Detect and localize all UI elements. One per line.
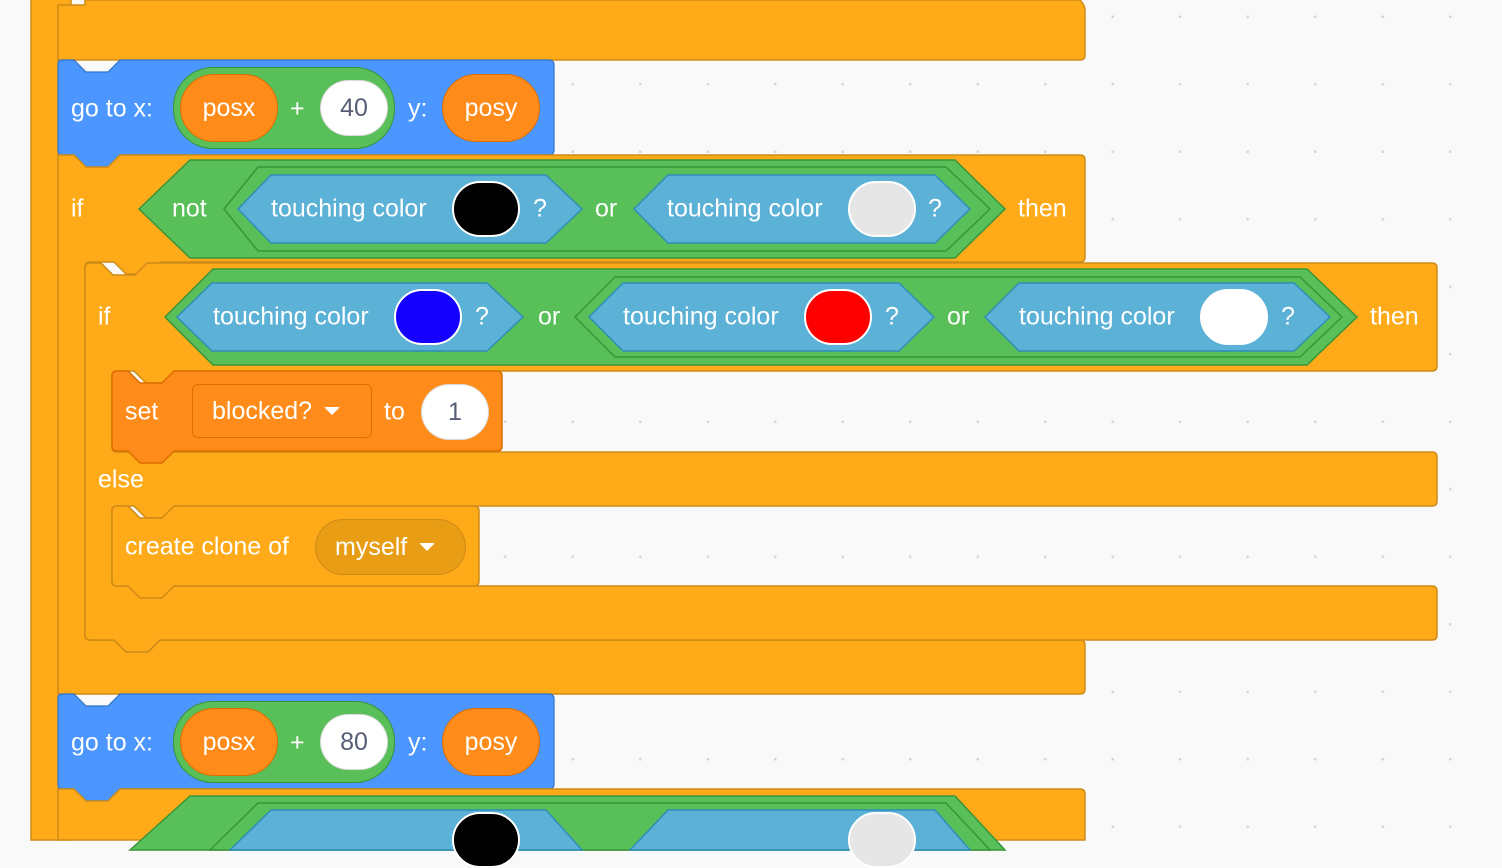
question-mark: ? <box>475 302 489 331</box>
next-touching-color-shape-2[interactable] <box>628 809 972 851</box>
plus-operator: + <box>290 728 305 757</box>
next-color-swatch-lightgray[interactable] <box>848 812 916 868</box>
clone-target-dropdown[interactable]: myself <box>315 519 466 575</box>
posy-variable-reporter[interactable]: posy <box>442 74 540 142</box>
touching-color-label: touching color <box>623 302 779 331</box>
next-touching-color-shape-1[interactable] <box>228 809 584 851</box>
or-label: or <box>538 302 561 331</box>
x-offset-input[interactable]: 40 <box>320 80 388 136</box>
question-mark: ? <box>1281 302 1295 331</box>
color-swatch-blue[interactable] <box>394 289 462 345</box>
goto-label: go to x: <box>71 728 153 757</box>
or-label: or <box>947 302 970 331</box>
create-clone-label: create clone of <box>125 532 289 561</box>
posy-variable-reporter[interactable]: posy <box>442 708 540 776</box>
touching-color-label: touching color <box>213 302 369 331</box>
or-label: or <box>595 194 618 223</box>
question-mark: ? <box>885 302 899 331</box>
goto-label: go to x: <box>71 94 153 123</box>
question-mark: ? <box>533 194 547 223</box>
if-label: if <box>71 194 84 223</box>
y-label: y: <box>408 728 428 757</box>
to-label: to <box>384 397 405 426</box>
touching-color-label: touching color <box>1019 302 1175 331</box>
else-label: else <box>98 465 144 494</box>
if-label: if <box>98 302 111 331</box>
variable-dropdown[interactable]: blocked? <box>192 384 372 438</box>
color-swatch-white[interactable] <box>1200 289 1268 345</box>
plus-operator: + <box>290 94 305 123</box>
not-label: not <box>172 194 207 223</box>
question-mark: ? <box>928 194 942 223</box>
color-swatch-black[interactable] <box>452 181 520 237</box>
set-value-input[interactable]: 1 <box>421 384 489 440</box>
posx-variable-reporter[interactable]: posx <box>180 708 278 776</box>
touching-color-label: touching color <box>271 194 427 223</box>
dropdown-arrow-icon <box>419 543 436 551</box>
x-offset-input[interactable]: 80 <box>320 714 388 770</box>
then-label: then <box>1018 194 1067 223</box>
clone-target-name: myself <box>335 532 408 561</box>
y-label: y: <box>408 94 428 123</box>
dropdown-arrow-icon <box>324 407 341 415</box>
touching-color-label: touching color <box>667 194 823 223</box>
next-color-swatch-black[interactable] <box>452 812 520 868</box>
set-label: set <box>125 397 159 426</box>
then-label: then <box>1370 302 1419 331</box>
previous-c-block-bottom-bar[interactable] <box>57 0 1086 61</box>
color-swatch-red[interactable] <box>804 289 872 345</box>
posx-variable-reporter[interactable]: posx <box>180 74 278 142</box>
variable-name: blocked? <box>212 396 313 425</box>
color-swatch-lightgray[interactable] <box>848 181 916 237</box>
